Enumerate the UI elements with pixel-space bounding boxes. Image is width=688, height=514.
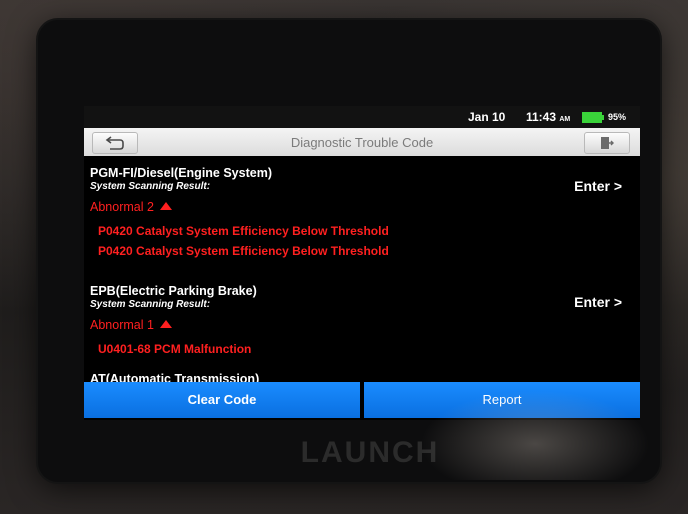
system-subtitle: System Scanning Result: xyxy=(90,181,211,192)
exit-button[interactable] xyxy=(584,132,630,154)
screen: Jan 10 11:43 AM 95% Diagnostic Trouble C… xyxy=(84,106,640,420)
system-engine[interactable]: PGM-FI/Diesel(Engine System) System Scan… xyxy=(90,166,630,258)
status-date: Jan 10 xyxy=(468,110,506,124)
dtc-code: P0420 Catalyst System Efficiency Below T… xyxy=(98,244,389,258)
system-at[interactable]: AT(Automatic Transmission) xyxy=(90,372,630,382)
report-button[interactable]: Report xyxy=(364,382,640,418)
device-brand-logo: LAUNCH xyxy=(300,436,440,469)
bottom-action-bar: Clear Code Report xyxy=(84,382,640,418)
dtc-code: P0420 Catalyst System Efficiency Below T… xyxy=(98,224,389,238)
dtc-code: U0401-68 PCM Malfunction xyxy=(98,342,252,356)
enter-button-epb[interactable]: Enter > xyxy=(574,294,622,310)
battery-icon xyxy=(582,112,604,123)
triangle-up-icon xyxy=(159,320,172,328)
system-name: PGM-FI/Diesel(Engine System) xyxy=(90,166,272,180)
abnormal-label: Abnormal 1 xyxy=(90,318,154,332)
system-name: EPB(Electric Parking Brake) xyxy=(90,284,257,298)
system-name: AT(Automatic Transmission) xyxy=(90,372,260,382)
status-time: 11:43 AM xyxy=(526,110,570,124)
status-bar: Jan 10 11:43 AM 95% xyxy=(84,106,640,128)
exit-icon xyxy=(601,137,614,149)
system-epb[interactable]: EPB(Electric Parking Brake) System Scann… xyxy=(90,284,630,356)
page-title: Diagnostic Trouble Code xyxy=(290,135,434,150)
dtc-list: PGM-FI/Diesel(Engine System) System Scan… xyxy=(84,156,640,382)
enter-button-engine[interactable]: Enter > xyxy=(574,178,622,194)
status-ampm: AM xyxy=(559,116,571,123)
abnormal-status: Abnormal 2 xyxy=(90,200,630,214)
system-subtitle: System Scanning Result: xyxy=(90,299,211,310)
title-bar: Diagnostic Trouble Code xyxy=(84,128,640,156)
clear-code-button[interactable]: Clear Code xyxy=(84,382,360,418)
abnormal-status: Abnormal 1 xyxy=(90,318,630,332)
abnormal-label: Abnormal 2 xyxy=(90,200,154,214)
status-time-value: 11:43 xyxy=(526,110,557,124)
triangle-up-icon xyxy=(159,202,172,210)
battery-percent: 95% xyxy=(608,112,627,122)
